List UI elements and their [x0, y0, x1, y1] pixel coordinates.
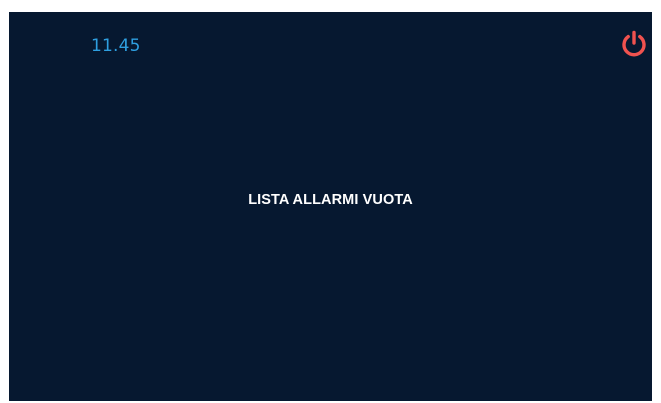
alarm-list-screen: 11.45 LISTA ALLARMI VUOTA: [9, 12, 652, 401]
clock-time: 11.45: [91, 36, 141, 56]
power-icon: [622, 30, 646, 57]
empty-alarm-list-message: LISTA ALLARMI VUOTA: [248, 192, 413, 208]
power-button[interactable]: [619, 29, 649, 59]
